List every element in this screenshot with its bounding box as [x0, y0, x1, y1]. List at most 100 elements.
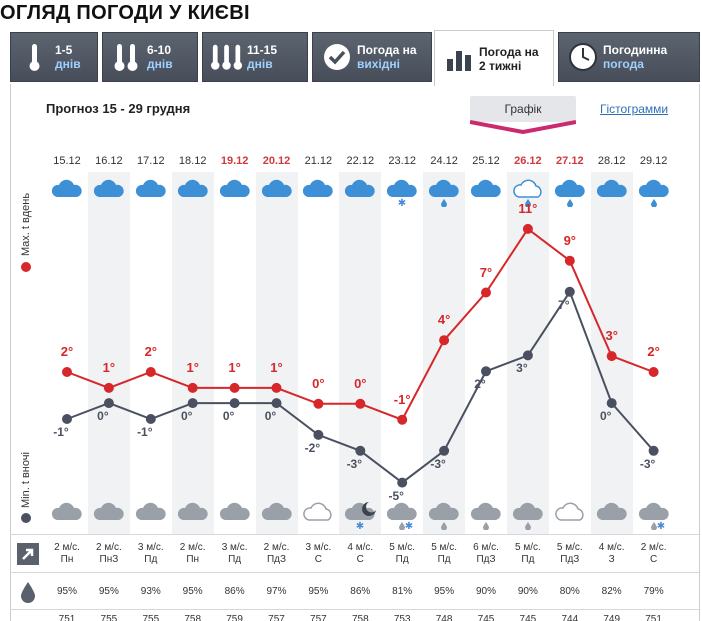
wind-direction: ПдЗ — [266, 554, 287, 565]
night-temp-label: -3° — [346, 456, 363, 471]
date-label: 24.12 — [430, 155, 458, 167]
night-temp-label: 0° — [599, 409, 612, 424]
wind-cell: 2 м/с. ПдЗ — [256, 542, 298, 566]
row-divider — [10, 572, 700, 573]
night-temp-label: -1° — [137, 425, 153, 439]
tab-label: Погода на 2 тижні — [479, 44, 539, 73]
forecast-title: Прогноз 15 - 29 грудня — [46, 101, 191, 116]
day-temp-label: 3° — [605, 328, 618, 344]
pressure-cell: 744 — [561, 614, 579, 621]
chart-view-indicator — [470, 120, 576, 134]
wind-cell: 3 м/с. Пд — [130, 542, 172, 566]
day-temp-label: 1° — [102, 359, 116, 375]
humidity-cell: 97% — [266, 586, 287, 597]
wind-speed: 4 м/с. — [598, 542, 625, 553]
cloud-icon — [50, 177, 84, 207]
day-temp-label: 1° — [270, 359, 283, 375]
tab-3[interactable]: 11-15 днів — [202, 32, 308, 82]
day-column-background — [423, 172, 466, 534]
histogram-view-link[interactable]: Гістограмми — [600, 102, 668, 116]
wind-direction: З — [608, 554, 615, 565]
cloud-icon — [469, 177, 503, 207]
wind-speed: 6 м/с. — [473, 542, 499, 553]
pressure-cell: 749 — [603, 614, 621, 621]
humidity-cell: 95% — [98, 586, 119, 597]
pressure-cell: 745 — [477, 614, 495, 621]
tab-5[interactable]: Погода на 2 тижні — [434, 30, 554, 86]
tab-1[interactable]: 1-5 днів — [10, 32, 98, 82]
cloud-icon — [92, 177, 126, 207]
humidity-cell: 80% — [559, 586, 580, 597]
date-label: 15.12 — [53, 155, 81, 167]
page-title: ОГЛЯД ПОГОДИ У КИЄВІ — [0, 2, 250, 24]
tab-label: Погода на вихідні — [357, 43, 417, 71]
cloud-icon — [595, 500, 629, 530]
wind-speed: 2 м/с. — [54, 542, 80, 553]
date-label: 17.12 — [137, 155, 165, 167]
pressure-cell: 757 — [310, 614, 327, 621]
tab-2[interactable]: 6-10 днів — [102, 32, 198, 82]
wind-cell: 3 м/с. С — [297, 542, 339, 566]
night-temp-label: -1° — [53, 425, 69, 439]
bar-chart-icon — [443, 43, 475, 75]
thermometer-2-icon — [111, 41, 143, 73]
wind-direction: ПдЗ — [560, 554, 580, 565]
cloud-snow-icon: ✱ — [385, 177, 419, 209]
humidity-cell: 95% — [56, 586, 77, 597]
thermometer-1-icon — [19, 41, 51, 73]
svg-text:✱: ✱ — [656, 521, 664, 530]
cloud-rain-icon — [637, 177, 671, 208]
svg-text:✱: ✱ — [398, 198, 406, 207]
day-temp-label: -1° — [393, 391, 411, 407]
wind-direction: ПдЗ — [476, 554, 496, 565]
humidity-cell: 95% — [182, 586, 203, 597]
humidity-cell: 95% — [308, 586, 329, 597]
wind-direction: ПнЗ — [99, 554, 119, 565]
tab-label: 11-15 днів — [247, 43, 278, 71]
humidity-cell: 86% — [350, 586, 371, 597]
tab-4[interactable]: Погода на вихідні — [312, 32, 432, 82]
wind-cell: 4 м/с. З — [591, 542, 633, 566]
wind-direction: Пд — [395, 554, 409, 565]
svg-text:✱: ✱ — [405, 521, 413, 530]
night-temp-label: 0° — [222, 409, 235, 424]
pressure-cell: 751 — [58, 614, 76, 621]
day-temp-label: 2° — [60, 344, 74, 359]
wind-direction: Пд — [144, 554, 158, 565]
date-label: 21.12 — [304, 155, 333, 167]
night-temp-label: -3° — [639, 456, 656, 471]
cloud-icon — [218, 177, 252, 207]
wind-speed: 5 м/с. — [515, 542, 541, 553]
humidity-cell: 86% — [224, 586, 245, 597]
day-temp-legend-dot — [21, 262, 31, 272]
day-column-background — [506, 172, 549, 534]
wind-speed: 4 м/с. — [347, 542, 374, 553]
chart-view-button[interactable]: Графік — [470, 96, 576, 122]
cloud-icon — [343, 177, 377, 207]
day-temp-label: 2° — [647, 344, 660, 359]
day-temp-label: 1° — [228, 359, 241, 375]
cloud-icon — [595, 177, 629, 207]
day-column-background — [87, 172, 130, 534]
row-divider — [10, 534, 700, 535]
forecast-tabs: 1-5 днів 6-10 днів 11-15 днів Погода на вихідні… — [10, 30, 700, 86]
humidity-cell: 95% — [434, 586, 455, 597]
tab-6[interactable]: Погодинна погода — [558, 32, 700, 82]
wind-cell: 2 м/с. Пн — [172, 542, 214, 566]
day-temp-label: 0° — [312, 375, 325, 391]
pressure-cell: 755 — [100, 614, 118, 621]
clock-icon — [567, 41, 599, 73]
humidity-cell: 90% — [517, 586, 538, 597]
wind-direction: С — [356, 554, 364, 565]
wind-cell: 6 м/с. ПдЗ — [465, 542, 507, 566]
date-label: 26.12 — [514, 155, 542, 167]
cloud-rain-icon — [427, 177, 461, 208]
day-temp-label: 7° — [479, 264, 493, 280]
day-column-background — [171, 172, 214, 534]
day-temp-label: 1° — [186, 359, 199, 375]
humidity-cell: 81% — [392, 586, 413, 597]
checkmark-icon — [321, 41, 353, 73]
cloud-rain-snow-icon: ✱ — [637, 500, 671, 532]
row-divider — [10, 609, 700, 610]
date-label: 22.12 — [346, 155, 375, 167]
